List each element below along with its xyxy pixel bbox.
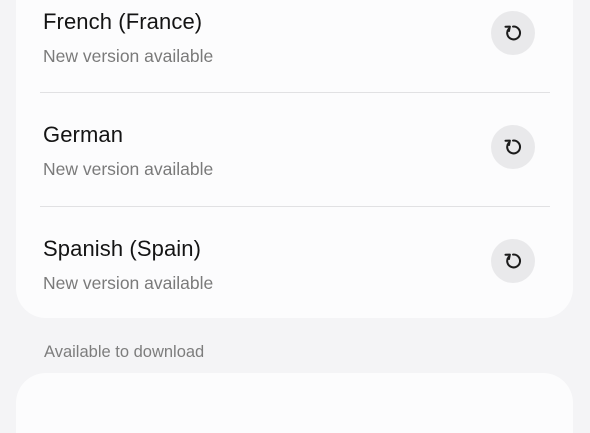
language-item-spanish-spain[interactable]: Spanish (Spain) New version available [40, 236, 549, 336]
available-to-download-header: Available to download [44, 343, 205, 361]
update-button[interactable] [491, 11, 535, 55]
installed-languages-card: French (France) New version available Ge… [16, 0, 573, 318]
update-button[interactable] [491, 125, 535, 169]
language-name: Spanish (Spain) [43, 236, 202, 261]
language-item-french-france[interactable]: French (France) New version available [40, 9, 549, 109]
divider [40, 206, 550, 207]
update-button[interactable] [491, 239, 535, 283]
update-icon [504, 253, 522, 269]
language-status: New version available [43, 46, 214, 66]
language-item-german[interactable]: German New version available [40, 122, 549, 222]
language-status: New version available [43, 159, 214, 179]
language-name: German [43, 122, 124, 147]
divider [40, 92, 550, 93]
update-icon [504, 25, 522, 41]
available-languages-card [16, 373, 573, 433]
language-status: New version available [43, 273, 214, 293]
language-name: French (France) [43, 9, 203, 34]
update-icon [504, 139, 522, 155]
